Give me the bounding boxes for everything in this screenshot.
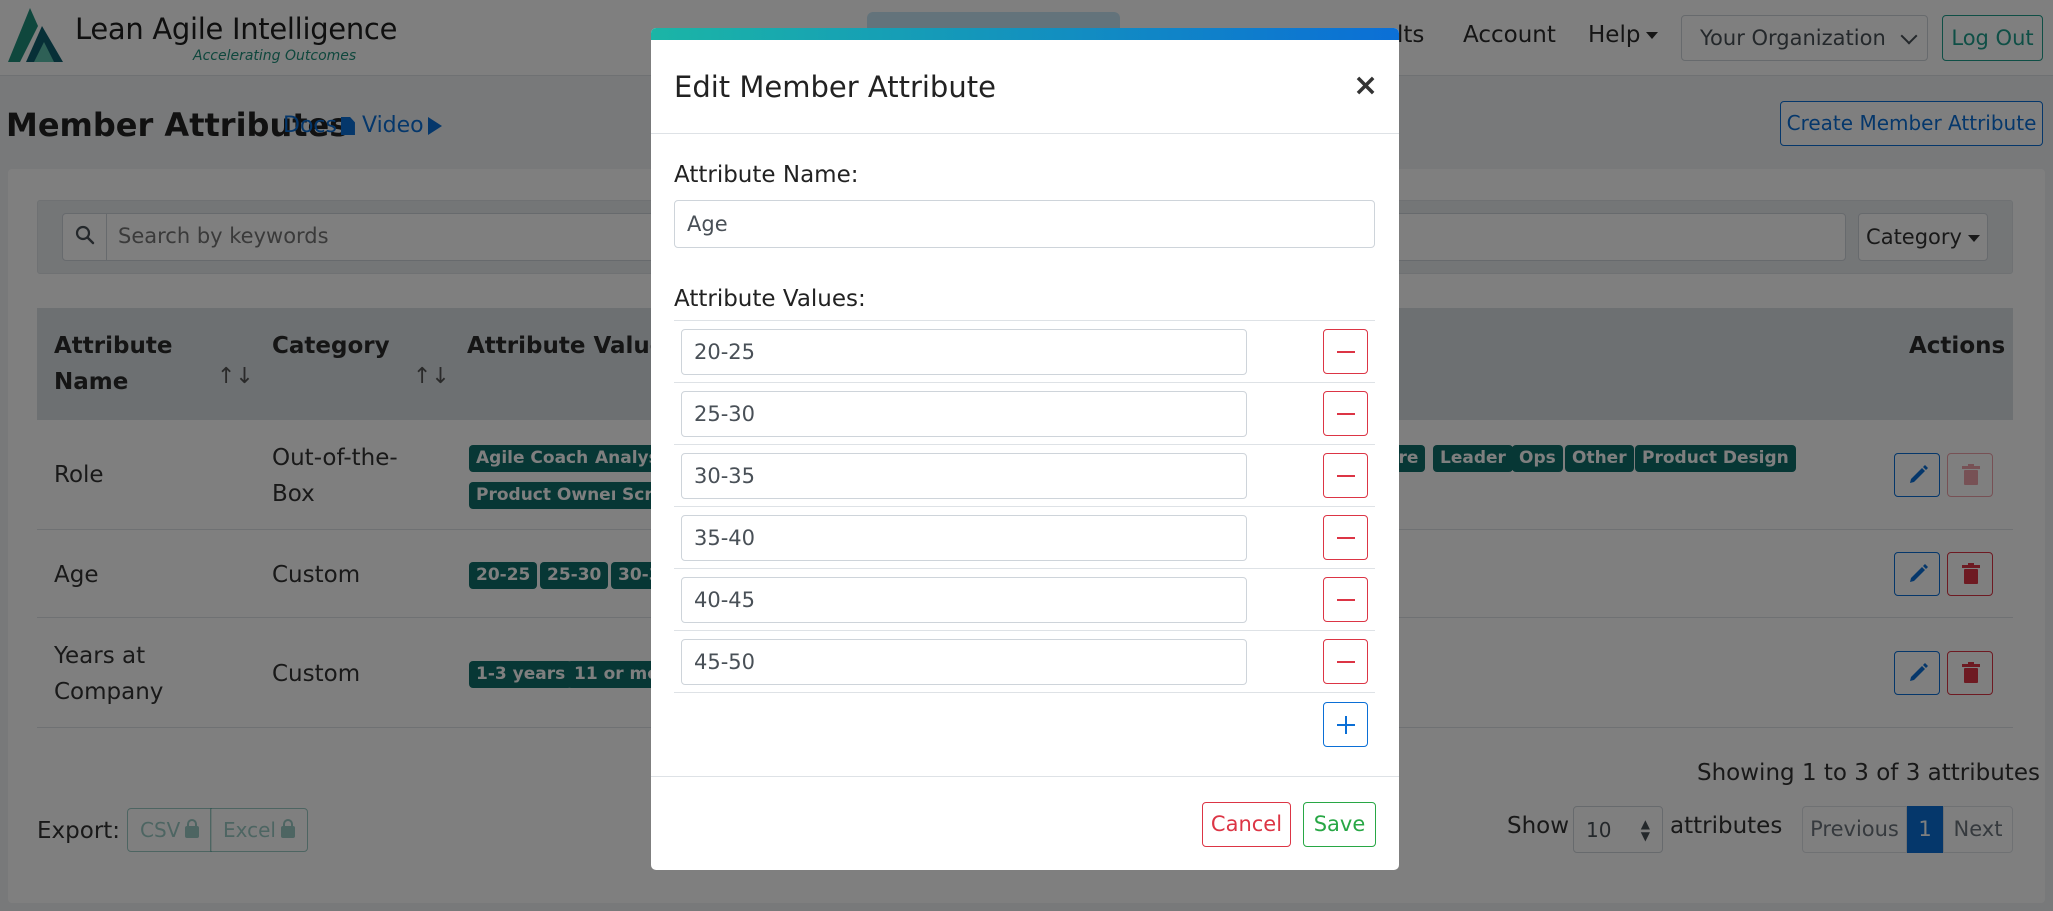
attribute-name-input[interactable] <box>674 200 1375 248</box>
add-value-button[interactable] <box>1323 702 1368 747</box>
attribute-value-input[interactable] <box>681 639 1247 685</box>
attribute-value-row <box>674 630 1375 692</box>
modal-title: Edit Member Attribute <box>674 70 996 104</box>
attribute-value-row <box>674 320 1375 382</box>
attribute-values-label: Attribute Values: <box>674 286 866 312</box>
attribute-value-row <box>674 568 1375 630</box>
remove-value-button[interactable] <box>1323 329 1368 374</box>
modal-header-divider <box>651 133 1399 134</box>
modal-footer-divider <box>651 776 1399 777</box>
remove-value-button[interactable] <box>1323 515 1368 560</box>
remove-value-button[interactable] <box>1323 577 1368 622</box>
save-button[interactable]: Save <box>1303 802 1376 847</box>
remove-value-button[interactable] <box>1323 391 1368 436</box>
edit-attribute-modal: Edit Member Attribute × Attribute Name: … <box>651 28 1399 870</box>
attribute-value-input[interactable] <box>681 329 1247 375</box>
attribute-value-input[interactable] <box>681 515 1247 561</box>
attribute-value-row <box>674 444 1375 506</box>
values-end-divider <box>674 692 1375 693</box>
attribute-value-row <box>674 382 1375 444</box>
attribute-value-input[interactable] <box>681 453 1247 499</box>
remove-value-button[interactable] <box>1323 453 1368 498</box>
attribute-name-label: Attribute Name: <box>674 162 859 188</box>
close-icon[interactable]: × <box>1353 68 1378 103</box>
cancel-button[interactable]: Cancel <box>1202 802 1291 847</box>
remove-value-button[interactable] <box>1323 639 1368 684</box>
attribute-value-row <box>674 506 1375 568</box>
attribute-value-input[interactable] <box>681 577 1247 623</box>
attribute-value-input[interactable] <box>681 391 1247 437</box>
modal-accent-bar <box>651 28 1399 40</box>
